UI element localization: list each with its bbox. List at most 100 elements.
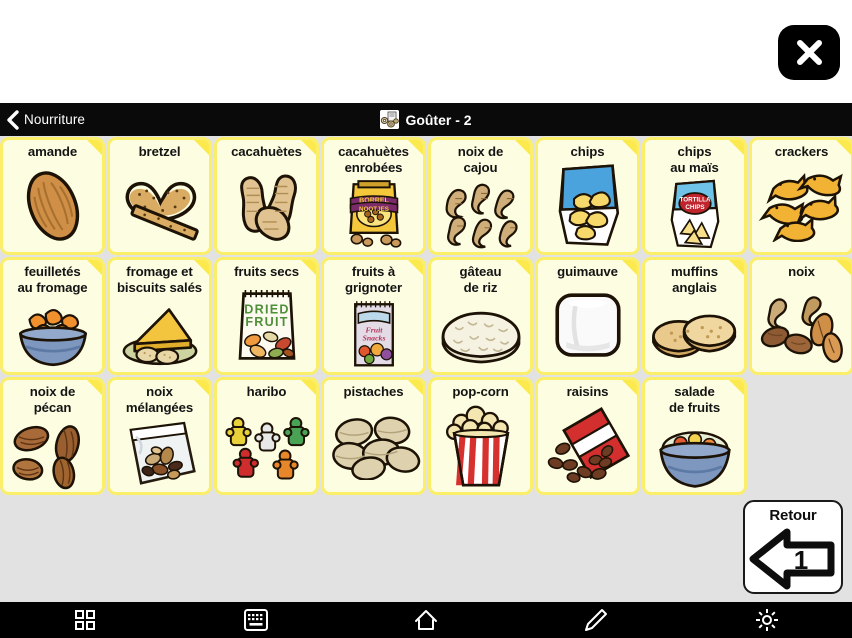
symbol-grid: amande bretzel cacahuètes cacahuètes enr… (0, 136, 852, 602)
symbol-card[interactable]: amande (0, 137, 105, 255)
snack-tray-icon (380, 110, 400, 129)
symbol-card-label: cacahuètes (231, 144, 302, 159)
symbol-card[interactable]: raisins (535, 377, 640, 495)
symbol-card[interactable]: fromage et biscuits salés (107, 257, 212, 375)
cheese-puffs-bowl-icon (3, 298, 102, 370)
symbol-card[interactable]: salade de fruits (642, 377, 747, 495)
symbol-card-label: noix mélangées (125, 384, 194, 415)
symbol-card-label: salade de fruits (668, 384, 721, 415)
rice-cake-icon (431, 298, 530, 370)
pistachios-icon (324, 402, 423, 490)
symbol-grid-row: feuilletés au fromage fromage et biscuits … (0, 257, 852, 375)
symbol-card-label: bretzel (138, 144, 181, 159)
coated-peanuts-bag-icon: BORREL NOOTJES (324, 178, 423, 250)
symbol-card[interactable]: pop-corn (428, 377, 533, 495)
cheese-and-crackers-icon (110, 298, 209, 370)
symbol-card-label: pop-corn (452, 384, 509, 399)
close-icon (778, 25, 840, 80)
home-icon (415, 610, 438, 630)
symbol-card-label: fruits secs (234, 264, 299, 279)
arrow-left-icon: 1 (749, 528, 835, 589)
pencil-icon (585, 609, 608, 631)
peanuts-icon (217, 162, 316, 250)
symbol-card-label: pistaches (343, 384, 404, 399)
almond-icon (3, 162, 102, 250)
nav-settings-button[interactable] (682, 602, 852, 638)
chips-bag-icon (538, 162, 637, 250)
back-navigation-button[interactable]: Nourriture (2, 103, 85, 136)
symbol-card-label: chips au maïs (670, 144, 719, 175)
svg-text:CHIPS: CHIPS (685, 204, 704, 211)
symbol-card-label: noix de pécan (29, 384, 76, 415)
symbol-card[interactable]: chips au maïs TORTILLA CHIPS (642, 137, 747, 255)
page-title: Goûter - 2 (405, 111, 472, 128)
fish-crackers-icon (752, 162, 851, 250)
fruit-salad-bowl-icon (645, 418, 744, 490)
keyboard-icon (243, 609, 268, 631)
symbol-card[interactable]: cacahuètes (214, 137, 319, 255)
grid-icon (75, 610, 96, 630)
fruit-snacks-pack-icon: Fruit Snacks (324, 298, 423, 370)
symbol-card-label: fruits à grignoter (345, 264, 402, 295)
svg-text:FRUIT: FRUIT (245, 315, 288, 329)
symbol-card[interactable]: guimauve (535, 257, 640, 375)
symbol-card[interactable]: noix (749, 257, 852, 375)
close-button[interactable] (778, 25, 840, 80)
popcorn-box-icon (431, 402, 530, 490)
symbol-card[interactable]: noix de cajou (428, 137, 533, 255)
cashews-icon (431, 178, 530, 250)
symbol-card-label: gâteau de riz (459, 264, 502, 295)
pretzel-icon (110, 162, 209, 250)
raisins-box-icon (538, 402, 637, 490)
retour-arrow: 1 (745, 528, 841, 589)
svg-text:TORTILLA: TORTILLA (679, 196, 710, 203)
symbol-card[interactable]: cacahuètes enrobées BORREL NOOTJES (321, 137, 426, 255)
symbol-card-label: amande (27, 144, 78, 159)
header-bar: Nourriture Goûter - 2 (0, 103, 852, 136)
symbol-card[interactable]: haribo (214, 377, 319, 495)
symbol-card[interactable]: bretzel (107, 137, 212, 255)
english-muffins-icon (645, 298, 744, 370)
pecans-icon (3, 418, 102, 490)
symbol-card-label: noix de cajou (457, 144, 504, 175)
symbol-card-label: haribo (246, 384, 287, 399)
nav-home-button[interactable] (341, 602, 511, 638)
dried-fruit-bag-icon: DRIED FRUIT (217, 282, 316, 370)
nav-edit-button[interactable] (511, 602, 681, 638)
svg-text:NOOTJES: NOOTJES (359, 206, 389, 213)
tortilla-chips-bag-icon: TORTILLA CHIPS (645, 178, 744, 250)
top-strip (0, 0, 852, 103)
symbol-card[interactable]: feuilletés au fromage (0, 257, 105, 375)
symbol-card[interactable]: noix mélangées (107, 377, 212, 495)
symbol-card-label: fromage et biscuits salés (116, 264, 203, 295)
retour-label: Retour (769, 507, 817, 524)
marshmallow-icon (538, 282, 637, 370)
symbol-card-label: raisins (566, 384, 609, 399)
symbol-card[interactable]: gâteau de riz (428, 257, 533, 375)
symbol-card-label: guimauve (557, 264, 618, 279)
mixed-nuts-bag-icon (110, 418, 209, 490)
header-center: Goûter - 2 (0, 103, 852, 136)
symbol-card-label: crackers (774, 144, 829, 159)
symbol-card-label: muffins anglais (671, 264, 718, 295)
nav-grid-button[interactable] (0, 602, 170, 638)
symbol-card[interactable]: crackers (749, 137, 852, 255)
app-window: Nourriture Goûter - 2 amande bretzel cac… (0, 0, 852, 638)
symbol-card[interactable]: fruits secs DRIED FRUIT (214, 257, 319, 375)
symbol-card[interactable]: muffins anglais (642, 257, 747, 375)
symbol-grid-row: amande bretzel cacahuètes cacahuètes enr… (0, 137, 852, 255)
retour-button[interactable]: Retour 1 (743, 500, 843, 594)
nav-keyboard-button[interactable] (170, 602, 340, 638)
symbol-card[interactable]: noix de pécan (0, 377, 105, 495)
symbol-card-label: feuilletés au fromage (17, 264, 88, 295)
symbol-card[interactable]: chips (535, 137, 640, 255)
symbol-card[interactable]: fruits à grignoter Fruit Snacks (321, 257, 426, 375)
bottom-navigation-bar (0, 602, 852, 638)
symbol-card-label: chips (570, 144, 605, 159)
symbol-card-label: cacahuètes enrobées (338, 144, 409, 175)
symbol-card[interactable]: pistaches (321, 377, 426, 495)
gummy-bears-icon (217, 402, 316, 490)
symbol-card-label: noix (788, 264, 815, 279)
retour-page-number: 1 (794, 545, 808, 575)
gear-icon (755, 609, 778, 631)
